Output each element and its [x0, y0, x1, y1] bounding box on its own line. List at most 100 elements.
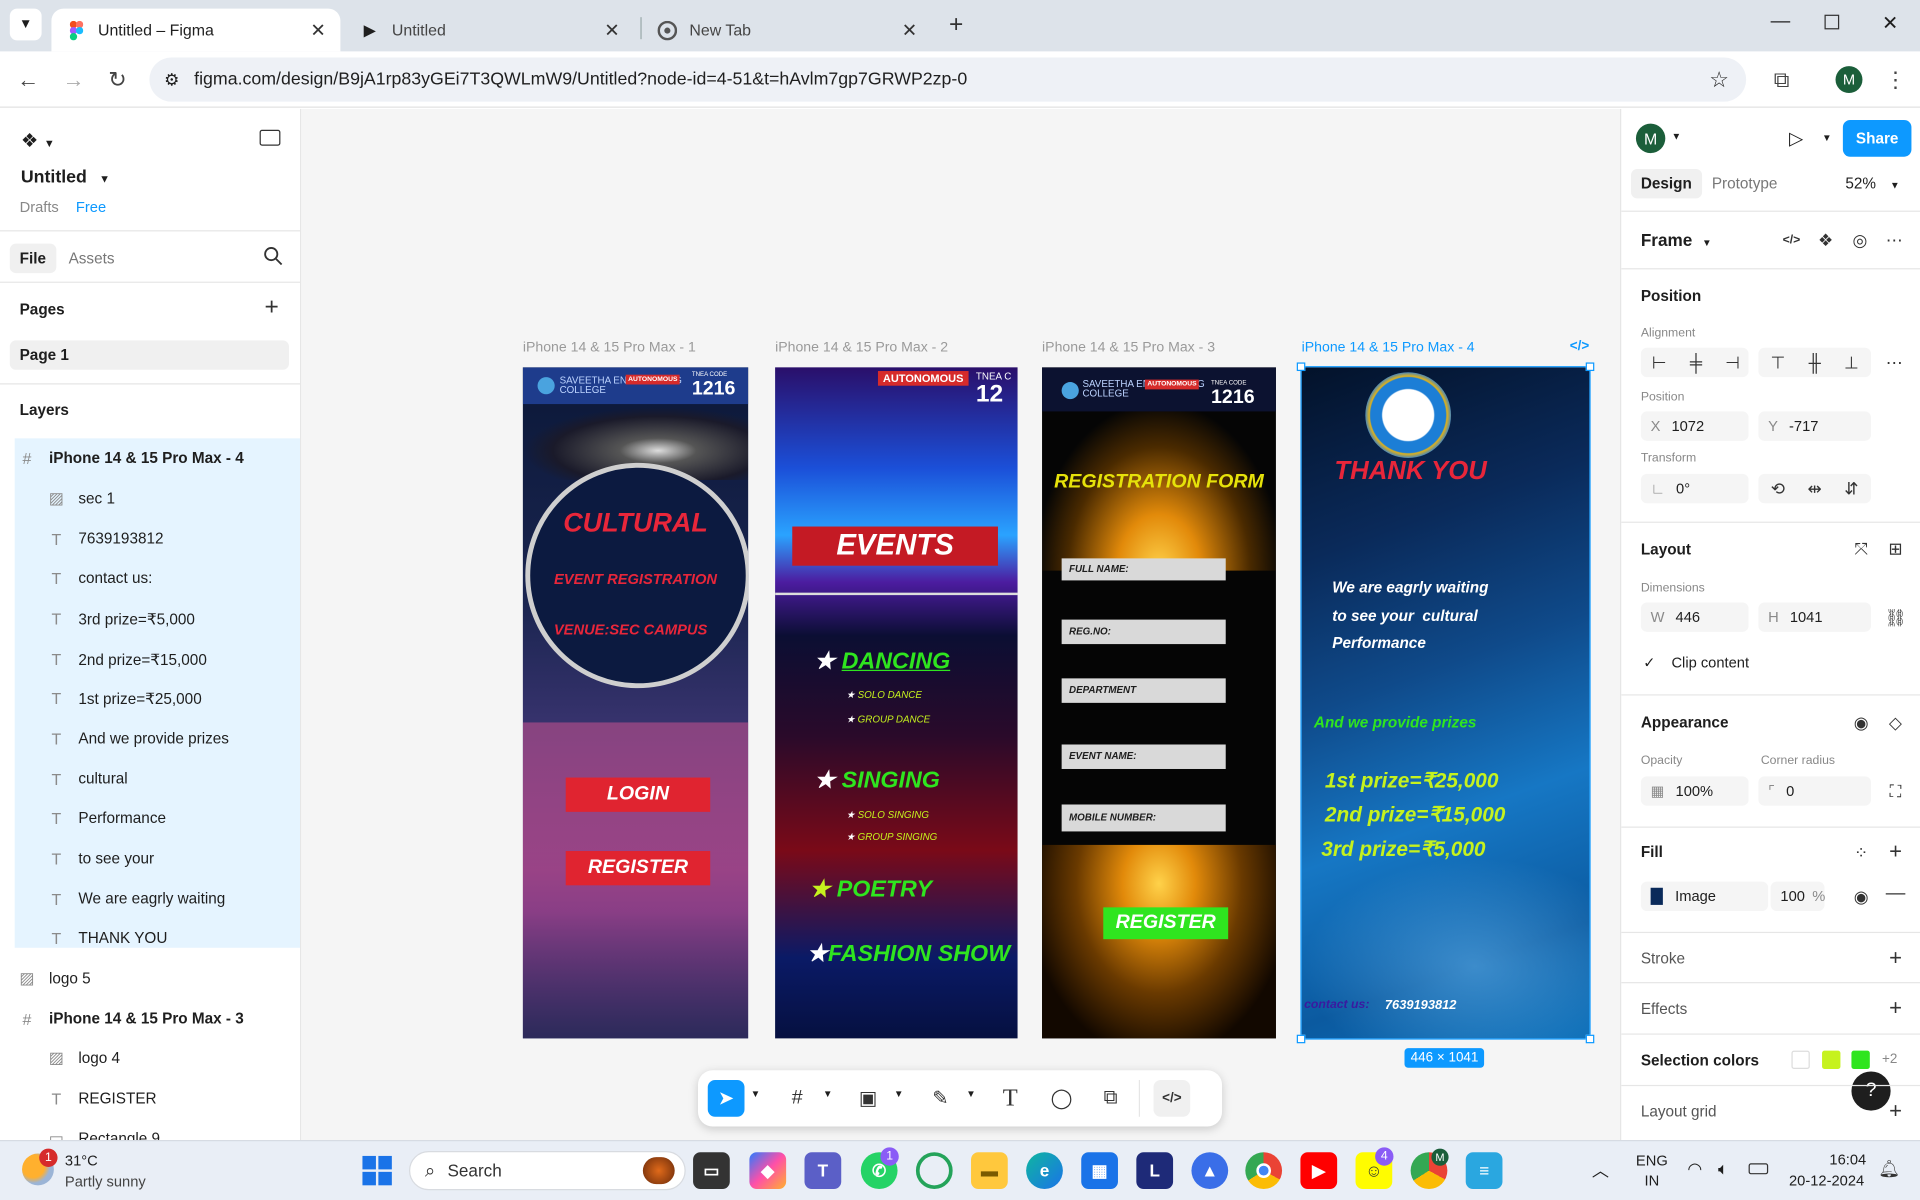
layer-item[interactable]: ▨ logo 5 [15, 959, 299, 998]
independent-corners-icon[interactable]: ⛶ [1882, 778, 1909, 805]
browser-menu-icon[interactable]: ⋮ [1880, 64, 1912, 96]
more-options-icon[interactable]: ⋯ [1881, 227, 1908, 254]
opacity-input[interactable]: ▦ 100% [1640, 776, 1749, 806]
height-input[interactable]: H 1041 [1758, 602, 1872, 632]
login-button[interactable]: LOGIN [565, 777, 711, 812]
close-tab-icon[interactable]: ✕ [902, 19, 917, 41]
language-indicator[interactable]: ENG IN [1636, 1151, 1668, 1190]
tab-design[interactable]: Design [1631, 168, 1702, 199]
taskbar-search[interactable]: ⌕ Search [408, 1151, 686, 1191]
copilot-icon[interactable]: ◆ [749, 1152, 787, 1189]
fill-opacity-input[interactable]: 100% [1770, 881, 1825, 912]
auto-layout-icon[interactable]: ⊞ [1882, 535, 1909, 562]
chevron-down-icon[interactable]: ▼ [1822, 132, 1832, 143]
align-top-icon[interactable]: ⊤ [1765, 349, 1792, 376]
layer-item[interactable]: Tto see your [15, 839, 299, 878]
zoom-level[interactable]: 52% ▼ [1845, 175, 1899, 192]
resources-tool-icon[interactable]: ⧉ [1092, 1080, 1129, 1117]
dev-mode-icon[interactable]: </> [1570, 339, 1589, 354]
start-windows-icon[interactable] [362, 1155, 392, 1186]
clip-content-checkbox[interactable]: ✓ [1643, 654, 1655, 671]
layer-item[interactable]: T THANK YOU [15, 918, 299, 957]
chevron-down-icon[interactable]: ▼ [894, 1089, 904, 1100]
add-effect-icon[interactable]: + [1882, 994, 1909, 1021]
selection-more-count[interactable]: +2 [1882, 1052, 1897, 1067]
drafts-label[interactable]: Drafts [20, 198, 59, 215]
selection-color-swatch[interactable] [1851, 1050, 1870, 1069]
resize-handle[interactable] [1296, 1034, 1306, 1044]
frame-label-4[interactable]: iPhone 14 & 15 Pro Max - 4 [1302, 340, 1475, 355]
resize-handle[interactable] [1585, 1034, 1595, 1044]
styles-icon[interactable]: ⁘ [1848, 839, 1875, 866]
frame-label-2[interactable]: iPhone 14 & 15 Pro Max - 2 [775, 340, 948, 355]
layer-item[interactable]: ▨ sec 1 [15, 479, 299, 518]
field-reg-no[interactable]: REG.NO: [1061, 619, 1226, 645]
weather-desc[interactable]: Partly sunny [65, 1173, 146, 1190]
layer-item[interactable]: T 1st prize=₹25,000 [15, 678, 299, 717]
chevron-down-icon[interactable]: ▼ [966, 1089, 976, 1100]
weather-temp[interactable]: 31°C [65, 1152, 98, 1169]
frame-3-registration[interactable]: SAVEETHA ENGINEERING COLLEGE AUTONOMOUS … [1042, 367, 1276, 1039]
clock-time[interactable]: 16:04 [1829, 1151, 1866, 1168]
url-bar[interactable]: ⚙ figma.com/design/B9jA1rp83yGEi7T3QWLmW… [149, 57, 1747, 102]
move-tool-icon[interactable]: ➤ [707, 1080, 745, 1117]
chevron-down-icon[interactable]: ▼ [751, 1089, 761, 1100]
teams-icon[interactable]: T [804, 1152, 842, 1189]
clock-date[interactable]: 20-12-2024 [1789, 1172, 1864, 1189]
edge-icon[interactable]: e [1026, 1152, 1063, 1189]
task-view-icon[interactable]: ▭ [693, 1152, 730, 1189]
frame-label-1[interactable]: iPhone 14 & 15 Pro Max - 1 [523, 340, 696, 355]
add-page-icon[interactable]: + [264, 294, 278, 322]
align-left-icon[interactable]: ⊢ [1646, 349, 1673, 376]
mask-icon[interactable]: ◎ [1847, 227, 1874, 254]
frame-2-events[interactable]: AUTONOMOUS TNEA C 12 EVENTS ★ DANCING ★ … [775, 367, 1018, 1039]
figma-menu-icon[interactable]: ❖ ▼ [21, 129, 55, 153]
fill-visibility-eye-icon[interactable]: ◉ [1848, 883, 1875, 910]
add-layout-grid-icon[interactable]: + [1882, 1097, 1909, 1124]
selection-color-swatch[interactable] [1791, 1050, 1810, 1069]
tab-untitled[interactable]: ▶ Untitled ✕ [345, 9, 634, 52]
selection-color-swatch[interactable] [1822, 1050, 1841, 1069]
layer-item[interactable]: T REGISTER [15, 1079, 299, 1118]
chevron-down-icon[interactable]: ▼ [823, 1089, 833, 1100]
layer-item[interactable]: T 2nd prize=₹15,000 [15, 639, 299, 678]
x-input[interactable]: X 1072 [1640, 411, 1749, 441]
remove-fill-icon[interactable]: — [1882, 880, 1909, 907]
register-button[interactable]: REGISTER [565, 851, 711, 886]
chevron-down-icon[interactable]: ▼ [1671, 131, 1681, 142]
tab-assets[interactable]: Assets [69, 250, 115, 267]
volume-icon[interactable]: 🔈︎ [1718, 1158, 1728, 1179]
comment-tool-icon[interactable]: ◯ [1043, 1080, 1080, 1117]
layer-item[interactable]: T And we provide prizes [15, 719, 299, 758]
tab-figma[interactable]: Untitled – Figma ✕ [51, 8, 341, 52]
image-tool-icon[interactable]: ▣ [850, 1080, 887, 1117]
tab-search-dropdown-icon[interactable]: ▼ [9, 8, 42, 41]
field-event-name[interactable]: EVENT NAME: [1061, 744, 1226, 769]
frame-1-cultural[interactable]: SAVEETHA ENGINEERING COLLEGE AUTONOMOUS … [522, 367, 749, 1039]
resize-to-fit-icon[interactable]: ⤧ [1848, 535, 1875, 562]
layer-item[interactable]: T 3rd prize=₹5,000 [15, 599, 299, 638]
youtube-icon[interactable]: ▶ [1300, 1152, 1338, 1189]
reload-icon[interactable]: ↻ [102, 64, 134, 96]
tab-prototype[interactable]: Prototype [1712, 175, 1778, 192]
align-right-icon[interactable]: ⊣ [1719, 349, 1746, 376]
back-icon[interactable]: ← [12, 64, 44, 96]
close-tab-icon[interactable]: ✕ [310, 19, 325, 41]
layer-item[interactable]: Tcontact us: [15, 558, 299, 597]
field-department[interactable]: DEPARTMENT [1061, 678, 1226, 703]
flip-vertical-icon[interactable]: ⇵ [1838, 475, 1865, 502]
component-icon[interactable]: ❖ [1812, 227, 1839, 254]
forward-icon[interactable]: → [58, 64, 90, 96]
frame-label-3[interactable]: iPhone 14 & 15 Pro Max - 3 [1042, 340, 1215, 355]
tab-file[interactable]: File [9, 243, 56, 274]
notepad-icon[interactable]: ≡ [1465, 1152, 1503, 1189]
file-explorer-icon[interactable]: ▬ [971, 1152, 1008, 1189]
clip-content-label[interactable]: Clip content [1671, 654, 1749, 671]
page-item-page-1[interactable]: Page 1 [9, 340, 289, 370]
code-icon[interactable]: </> [1778, 227, 1805, 254]
align-center-h-icon[interactable]: ╪ [1682, 349, 1709, 376]
layer-item[interactable]: T 7639193812 [15, 519, 299, 558]
field-full-name[interactable]: FULL NAME: [1061, 558, 1226, 581]
share-button[interactable]: Share [1842, 120, 1912, 157]
extensions-icon[interactable]: ⧉ [1766, 64, 1798, 96]
